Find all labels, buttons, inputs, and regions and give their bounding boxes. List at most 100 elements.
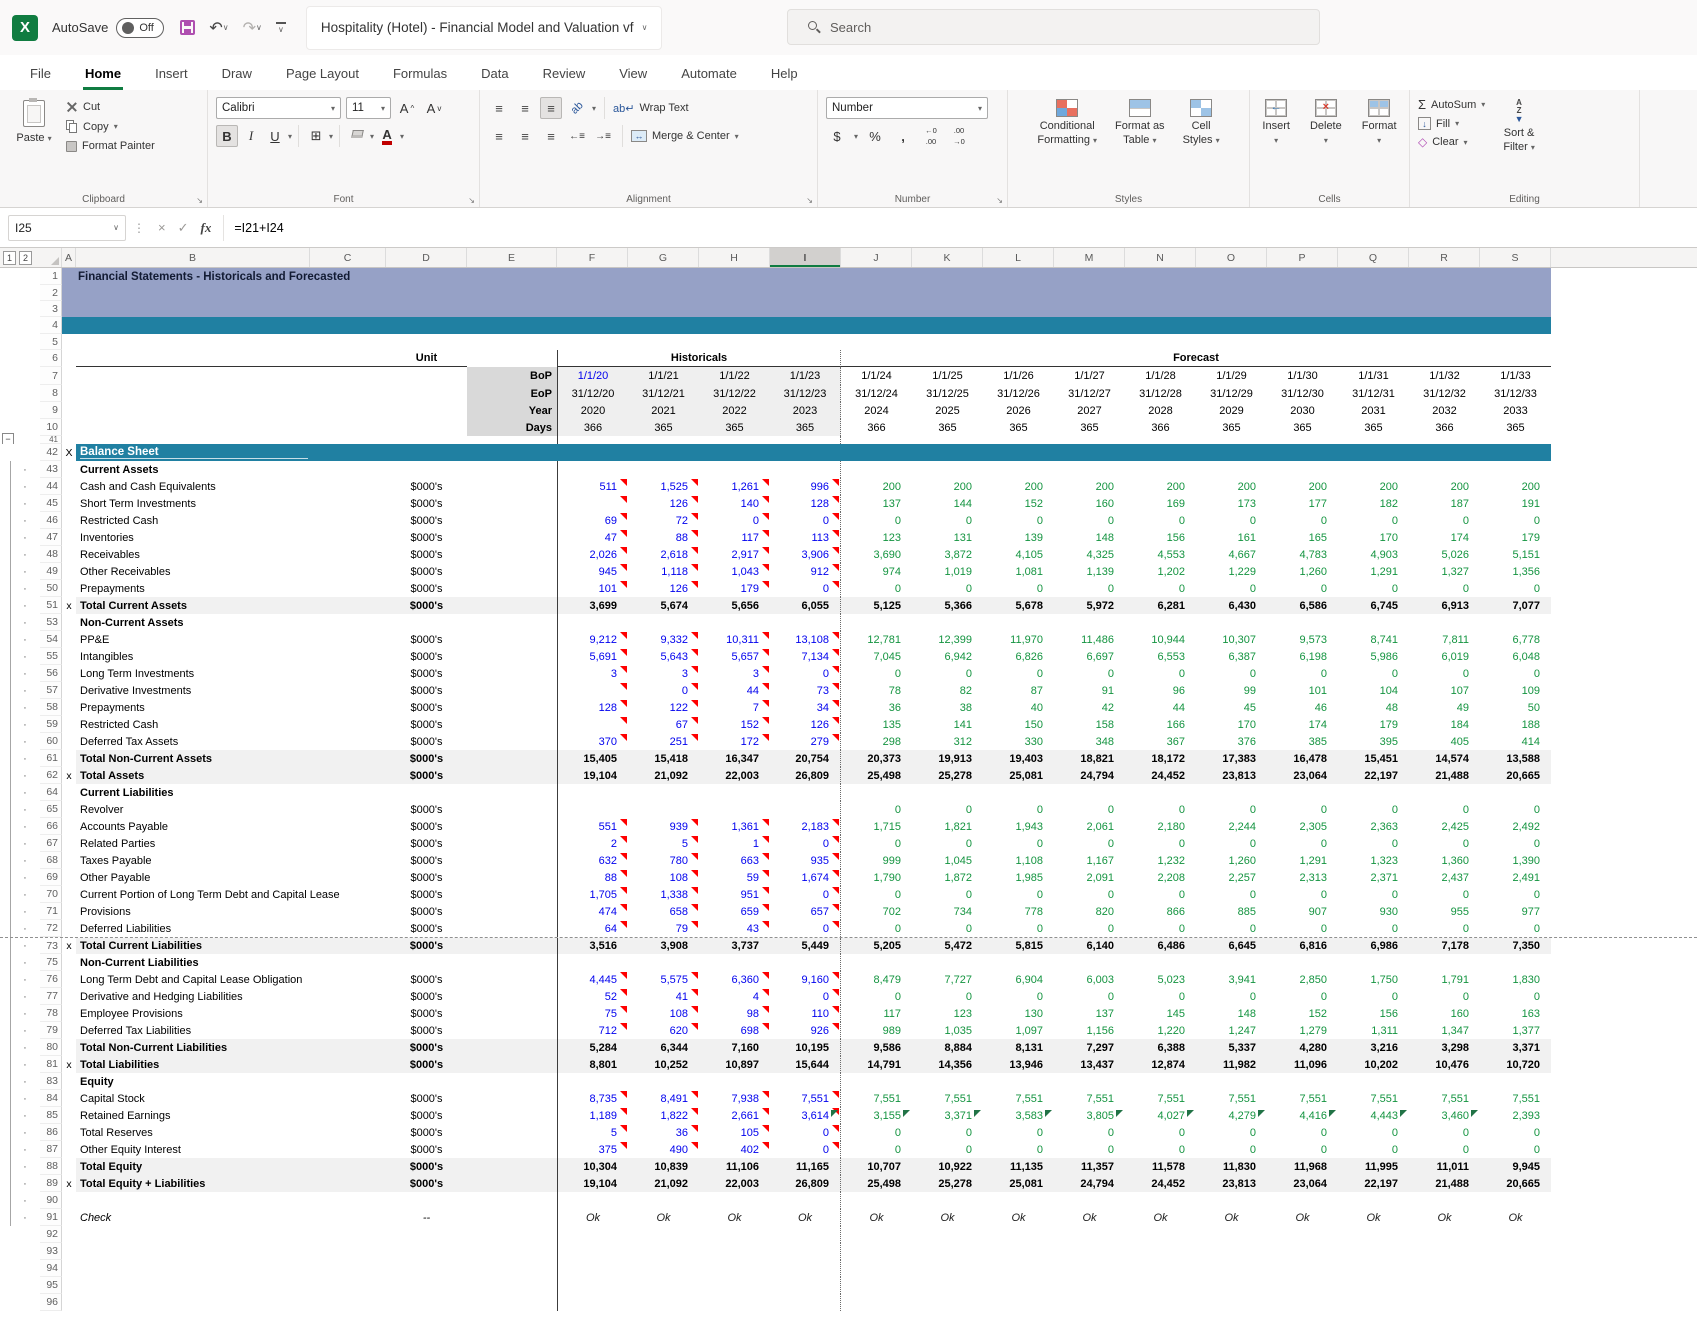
row-header-53[interactable]: 53 (40, 614, 62, 631)
cell-i67[interactable]: 0 (770, 835, 841, 852)
cell-l46[interactable]: 0 (983, 512, 1054, 529)
cell-g71[interactable]: 658 (628, 903, 699, 920)
row-label-49[interactable]: Other Receivables (76, 563, 310, 580)
cell-i86[interactable]: 0 (770, 1124, 841, 1141)
cell-o51[interactable]: 6,430 (1196, 597, 1267, 614)
cell-h67[interactable]: 1 (699, 835, 770, 852)
cell-f51[interactable]: 3,699 (557, 597, 628, 614)
cell-g84[interactable]: 8,491 (628, 1090, 699, 1107)
cell-m75[interactable] (1054, 954, 1125, 971)
orientation-chevron-icon[interactable]: ▾ (592, 104, 596, 113)
row-label-62[interactable]: Total Assets (76, 767, 310, 784)
column-header-m[interactable]: M (1054, 248, 1125, 267)
cell-c83[interactable] (310, 1073, 386, 1090)
cell-o83[interactable] (1196, 1073, 1267, 1090)
cell-l66[interactable]: 1,943 (983, 818, 1054, 835)
unit-67[interactable]: $000's (386, 835, 467, 852)
cell-m84[interactable]: 7,551 (1054, 1090, 1125, 1107)
cell-r87[interactable]: 0 (1409, 1141, 1480, 1158)
cell-o69[interactable]: 2,257 (1196, 869, 1267, 886)
cell-p88[interactable]: 11,968 (1267, 1158, 1338, 1175)
cell-s62[interactable]: 20,665 (1480, 767, 1551, 784)
cell-g9[interactable]: 2021 (628, 402, 699, 419)
cell-p65[interactable]: 0 (1267, 801, 1338, 818)
cell-h80[interactable]: 7,160 (699, 1039, 770, 1056)
cell-e93[interactable] (467, 1243, 557, 1260)
column-header-a[interactable]: A (62, 248, 76, 267)
marker-86[interactable] (62, 1124, 76, 1141)
column-header-o[interactable]: O (1196, 248, 1267, 267)
cell-r88[interactable]: 11,011 (1409, 1158, 1480, 1175)
cell-s66[interactable]: 2,492 (1480, 818, 1551, 835)
cell-o62[interactable]: 23,813 (1196, 767, 1267, 784)
cell-m76[interactable]: 6,003 (1054, 971, 1125, 988)
cell-h79[interactable]: 698 (699, 1022, 770, 1039)
accounting-format-button[interactable]: $ (826, 125, 848, 147)
cell-q60[interactable]: 395 (1338, 733, 1409, 750)
cell-l51[interactable]: 5,678 (983, 597, 1054, 614)
column-header-p[interactable]: P (1267, 248, 1338, 267)
cell-q44[interactable]: 200 (1338, 478, 1409, 495)
cell-i55[interactable]: 7,134 (770, 648, 841, 665)
cell-r8[interactable]: 31/12/32 (1409, 385, 1480, 402)
cell-r84[interactable]: 7,551 (1409, 1090, 1480, 1107)
autosum-button[interactable]: ΣAutoSum ▾ (1418, 97, 1485, 112)
cell-p8[interactable]: 31/12/30 (1267, 385, 1338, 402)
cell-k55[interactable]: 6,942 (912, 648, 983, 665)
cell-p89[interactable]: 23,064 (1267, 1175, 1338, 1192)
cell-j50[interactable]: 0 (841, 580, 912, 597)
cell-h71[interactable]: 659 (699, 903, 770, 920)
cell-n80[interactable]: 6,388 (1125, 1039, 1196, 1056)
font-name-select[interactable]: Calibri▾ (216, 97, 341, 119)
cell-h86[interactable]: 105 (699, 1124, 770, 1141)
cell-g75[interactable] (628, 954, 699, 971)
cell-h59[interactable]: 152 (699, 716, 770, 733)
cell-l7[interactable]: 1/1/26 (983, 367, 1054, 385)
marker-84[interactable] (62, 1090, 76, 1107)
cell-k46[interactable]: 0 (912, 512, 983, 529)
enter-icon[interactable]: ✓ (178, 220, 189, 236)
cell-j69[interactable]: 1,790 (841, 869, 912, 886)
cell-j86[interactable]: 0 (841, 1124, 912, 1141)
cell-j59[interactable]: 135 (841, 716, 912, 733)
cell-m9[interactable]: 2027 (1054, 402, 1125, 419)
cell-c84[interactable] (310, 1090, 386, 1107)
accounting-chevron-icon[interactable]: ▾ (854, 132, 858, 141)
cell-m56[interactable]: 0 (1054, 665, 1125, 682)
row-header-66[interactable]: 66 (40, 818, 62, 835)
cell-g79[interactable]: 620 (628, 1022, 699, 1039)
cell-a8[interactable] (62, 385, 76, 402)
cell-f88[interactable]: 10,304 (557, 1158, 628, 1175)
cell-j92[interactable] (841, 1226, 1551, 1243)
cell-i62[interactable]: 26,809 (770, 767, 841, 784)
cell-p48[interactable]: 4,783 (1267, 546, 1338, 563)
cell-i87[interactable]: 0 (770, 1141, 841, 1158)
cell-s49[interactable]: 1,356 (1480, 563, 1551, 580)
cell-l88[interactable]: 11,135 (983, 1158, 1054, 1175)
cell-c87[interactable] (310, 1141, 386, 1158)
cell-e51[interactable] (467, 597, 557, 614)
column-header-g[interactable]: G (628, 248, 699, 267)
cell-o89[interactable]: 23,813 (1196, 1175, 1267, 1192)
cell-f49[interactable]: 945 (557, 563, 628, 580)
row-label-51[interactable]: Total Current Assets (76, 597, 310, 614)
cell-s89[interactable]: 20,665 (1480, 1175, 1551, 1192)
cell-q73[interactable]: 6,986 (1338, 938, 1409, 954)
cell-i53[interactable] (770, 614, 841, 631)
row-label-57[interactable]: Derivative Investments (76, 682, 310, 699)
row-label-90[interactable] (76, 1192, 310, 1209)
cell-p62[interactable]: 23,064 (1267, 767, 1338, 784)
cell-k67[interactable]: 0 (912, 835, 983, 852)
cell-k47[interactable]: 131 (912, 529, 983, 546)
cell-f59[interactable] (557, 716, 628, 733)
marker-68[interactable] (62, 852, 76, 869)
cell-h65[interactable] (699, 801, 770, 818)
column-header-f[interactable]: F (557, 248, 628, 267)
cell-l10[interactable]: 365 (983, 419, 1054, 436)
cell-c50[interactable] (310, 580, 386, 597)
cell-k53[interactable] (912, 614, 983, 631)
marker-48[interactable] (62, 546, 76, 563)
tab-home[interactable]: Home (83, 66, 123, 90)
cell-e67[interactable] (467, 835, 557, 852)
cell-e43[interactable] (467, 461, 557, 478)
